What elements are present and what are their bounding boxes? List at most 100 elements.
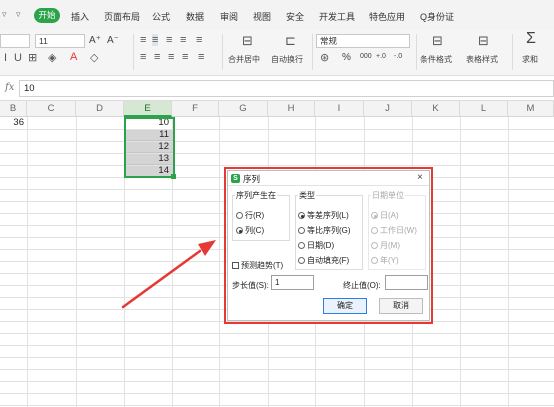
ribbon-toolbar: 11 A⁺ A⁻ I U ⊞ ◈ A ◇ ≡ ≡ ≡ ≡ ≡ ≡ ≡ ≡ ≡ ≡… [0,30,554,76]
cell-b1[interactable]: 36 [0,117,27,129]
radio-weekday-icon [371,227,378,234]
radio-column-icon[interactable] [236,227,243,234]
shrink-font-button[interactable]: A⁻ [107,35,119,46]
series-in-label: 序列产生在 [235,190,277,201]
justify-icon[interactable]: ≡ [182,51,188,63]
column-header-b[interactable]: B [0,101,27,117]
formula-input[interactable]: 10 [19,80,554,97]
close-icon[interactable]: × [417,172,423,183]
radio-linear[interactable]: 等差序列(L) [298,210,349,221]
decrease-decimal-button[interactable]: -.0 [394,53,402,60]
column-header-l[interactable]: L [460,101,508,117]
radio-month-icon [371,242,378,249]
font-size-select[interactable]: 11 [35,34,85,48]
tab-review[interactable]: 审阅 [220,10,238,23]
italic-icon[interactable]: I [4,52,7,64]
spreadsheet-window: ▿ ▿ 开始 插入 页面布局 公式 数据 审阅 视图 安全 开发工具 特色应用 … [0,0,554,407]
tab-special[interactable]: 特色应用 [369,10,405,23]
series-dialog: S 序列 × 序列产生在 行(R) 列(C) 类型 等差序列(L) 等比序列(G… [227,170,430,321]
column-header-d[interactable]: D [76,101,124,117]
conditional-format-button[interactable]: 条件格式 [420,54,452,65]
radio-growth-icon[interactable] [298,227,305,234]
column-header-i[interactable]: I [315,101,364,117]
radio-column[interactable]: 列(C) [236,225,264,236]
fill-color-icon[interactable]: ◈ [48,51,56,64]
outdent-icon[interactable]: ≡ [196,34,202,46]
radio-date[interactable]: 日期(D) [298,240,334,251]
column-header-m[interactable]: M [508,101,554,117]
align-center-icon[interactable]: ≡ [154,51,160,63]
radio-autofill-icon[interactable] [298,257,305,264]
border-icon[interactable]: ⊞ [28,51,37,64]
sum-button[interactable]: 求和 [522,54,538,65]
tab-data[interactable]: 数据 [186,10,204,23]
trend-checkbox-icon[interactable] [232,262,239,269]
font-name-select[interactable] [0,34,30,48]
column-header-h[interactable]: H [268,101,315,117]
percent-button[interactable]: % [342,52,351,63]
wrap-text-button[interactable]: 自动换行 [271,54,303,65]
type-label: 类型 [298,190,316,201]
font-color-icon[interactable]: A [70,51,77,63]
tab-start[interactable]: 开始 [34,8,60,23]
radio-day-icon [371,212,378,219]
undo-dropdown-icon[interactable]: ▿ [2,9,7,20]
align-right-icon[interactable]: ≡ [168,51,174,63]
underline-icon[interactable]: U [14,52,22,64]
tab-view[interactable]: 视图 [253,10,271,23]
currency-icon[interactable]: ⊛ [320,51,329,64]
column-header-f[interactable]: F [172,101,219,117]
thousands-button[interactable]: 000 [360,53,372,60]
column-header-e[interactable]: E [124,101,172,117]
step-value-input[interactable]: 1 [271,275,314,290]
column-header-g[interactable]: G [219,101,268,117]
sum-icon[interactable]: Σ [526,30,536,48]
selection-range [124,117,175,178]
align-middle-icon[interactable]: ≡ [152,34,159,46]
column-header-c[interactable]: C [27,101,76,117]
cancel-button[interactable]: 取消 [379,298,423,314]
table-style-icon[interactable]: ⊟ [478,33,489,49]
dialog-title: 序列 [243,174,261,184]
tab-security[interactable]: 安全 [286,10,304,23]
tab-page-layout[interactable]: 页面布局 [104,10,140,23]
ok-button[interactable]: 确定 [323,298,367,314]
column-header-j[interactable]: J [364,101,412,117]
search-box[interactable]: Q身份证 [420,10,454,23]
distributed-icon[interactable]: ≡ [198,51,204,63]
number-format-select[interactable]: 常规 [316,34,410,48]
conditional-format-icon[interactable]: ⊟ [432,33,443,49]
quick-access-dropdown-icon[interactable]: ▿ [16,9,21,20]
menu-bar: ▿ ▿ 开始 插入 页面布局 公式 数据 审阅 视图 安全 开发工具 特色应用 … [0,0,554,30]
radio-autofill[interactable]: 自动填充(F) [298,255,349,266]
function-icon[interactable]: fx [5,82,14,93]
grow-font-button[interactable]: A⁺ [89,35,101,46]
trend-checkbox[interactable]: 预测趋势(T) [232,260,283,271]
radio-growth[interactable]: 等比序列(G) [298,225,351,236]
radio-linear-icon[interactable] [298,212,305,219]
merge-center-icon[interactable]: ⊟ [242,33,253,49]
align-bottom-icon[interactable]: ≡ [166,34,172,46]
merge-center-button[interactable]: 合并居中 [228,54,260,65]
tab-insert[interactable]: 插入 [71,10,89,23]
radio-year: 年(Y) [371,255,399,266]
column-headers: B C D E F G H I J K L M [0,101,554,117]
stop-label: 终止值(O): [343,281,381,290]
fill-handle[interactable] [171,174,176,179]
indent-icon[interactable]: ≡ [180,34,186,46]
radio-month: 月(M) [371,240,400,251]
align-top-icon[interactable]: ≡ [140,34,146,46]
table-style-button[interactable]: 表格样式 [466,54,498,65]
tab-developer[interactable]: 开发工具 [319,10,355,23]
column-header-k[interactable]: K [412,101,460,117]
date-unit-label: 日期单位 [371,190,405,201]
stop-value-input[interactable] [385,275,428,290]
align-left-icon[interactable]: ≡ [140,51,146,63]
increase-decimal-button[interactable]: +.0 [376,53,386,60]
radio-row-icon[interactable] [236,212,243,219]
clear-format-icon[interactable]: ◇ [90,51,98,64]
wrap-text-icon[interactable]: ⊏ [285,33,296,49]
radio-date-icon[interactable] [298,242,305,249]
radio-row[interactable]: 行(R) [236,210,264,221]
tab-formulas[interactable]: 公式 [152,10,170,23]
